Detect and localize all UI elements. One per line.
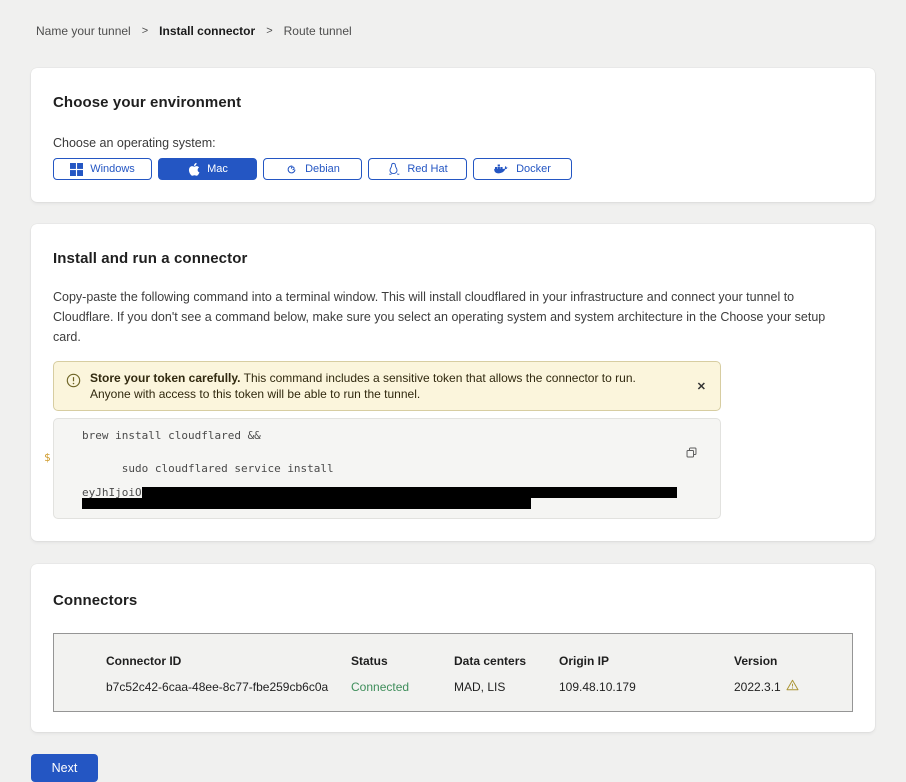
installer-card-title: Install and run a connector <box>53 250 853 267</box>
column-header-version: Version <box>734 654 852 668</box>
connector-origin-ip-value: 109.48.10.179 <box>559 680 734 694</box>
os-button-redhat[interactable]: Red Hat <box>368 158 467 180</box>
column-header-data-centers: Data centers <box>454 654 559 668</box>
os-button-label: Red Hat <box>407 163 447 175</box>
column-header-status: Status <box>351 654 454 668</box>
next-button[interactable]: Next <box>31 754 98 782</box>
token-redaction-bar <box>82 498 531 509</box>
token-warning-banner: Store your token carefully. This command… <box>53 361 721 411</box>
os-button-windows[interactable]: Windows <box>53 158 152 180</box>
environment-card: Choose your environment Choose an operat… <box>31 68 875 202</box>
environment-card-title: Choose your environment <box>53 94 853 111</box>
os-select-label: Choose an operating system: <box>53 136 853 150</box>
breadcrumb-separator: > <box>266 25 272 37</box>
token-warning-text: Store your token carefully. This command… <box>90 370 684 402</box>
breadcrumb-separator: > <box>142 25 148 37</box>
token-line: eyJhIjoiO <box>63 487 706 498</box>
connector-data-centers-value: MAD, LIS <box>454 680 559 694</box>
code-line-brew: brew install cloudflared && <box>63 430 706 442</box>
connectors-table-header: Connector ID Status Data centers Origin … <box>106 654 852 668</box>
os-button-mac[interactable]: Mac <box>158 158 257 180</box>
redhat-linux-logo-icon <box>387 162 400 176</box>
os-button-docker[interactable]: Docker <box>473 158 572 180</box>
install-command-codeblock: brew install cloudflared && $sudo cloudf… <box>53 418 721 519</box>
apple-logo-icon <box>187 162 200 177</box>
windows-logo-icon <box>70 163 83 176</box>
os-button-label: Docker <box>516 163 551 175</box>
copy-command-button[interactable] <box>684 445 699 463</box>
os-button-debian[interactable]: Debian <box>263 158 362 180</box>
column-header-origin-ip: Origin IP <box>559 654 734 668</box>
installer-card: Install and run a connector Copy-paste t… <box>31 224 875 541</box>
connectors-card: Connectors Connector ID Status Data cent… <box>31 564 875 732</box>
breadcrumb-step-install-connector[interactable]: Install connector <box>159 24 255 38</box>
code-line-service-install: $sudo cloudflared service install <box>63 452 706 487</box>
alert-circle-icon <box>66 373 81 393</box>
shell-prompt: $ <box>44 452 51 464</box>
token-prefix: eyJhIjoiO <box>82 486 142 499</box>
debian-logo-icon <box>285 163 298 176</box>
code-line-text: sudo cloudflared service install <box>122 462 334 475</box>
breadcrumb-step-route-tunnel[interactable]: Route tunnel <box>284 24 352 38</box>
os-button-label: Mac <box>207 163 228 175</box>
connector-id-value: b7c52c42-6caa-48ee-8c77-fbe259cb6c0a <box>106 680 351 694</box>
installer-description: Copy-paste the following command into a … <box>53 287 853 347</box>
connectors-card-title: Connectors <box>53 592 853 609</box>
version-warning-triangle-icon <box>786 679 799 694</box>
copy-icon <box>685 447 698 462</box>
os-button-label: Windows <box>90 163 135 175</box>
token-warning-title: Store your token carefully. <box>90 371 241 385</box>
os-button-group: Windows Mac Debian <box>53 158 853 180</box>
close-icon: ✕ <box>697 381 706 393</box>
warning-close-button[interactable]: ✕ <box>693 378 710 395</box>
breadcrumb: Name your tunnel > Install connector > R… <box>0 0 906 38</box>
connector-version-value: 2022.3.1 <box>734 679 852 694</box>
version-number: 2022.3.1 <box>734 680 781 694</box>
docker-whale-logo-icon <box>494 163 509 175</box>
column-header-connector-id: Connector ID <box>106 654 351 668</box>
connector-status-value: Connected <box>351 680 454 694</box>
os-button-label: Debian <box>305 163 340 175</box>
token-redaction-bar <box>142 487 677 498</box>
breadcrumb-step-name-your-tunnel[interactable]: Name your tunnel <box>36 24 131 38</box>
connectors-table: Connector ID Status Data centers Origin … <box>53 633 853 712</box>
connector-table-row: b7c52c42-6caa-48ee-8c77-fbe259cb6c0a Con… <box>106 679 852 694</box>
